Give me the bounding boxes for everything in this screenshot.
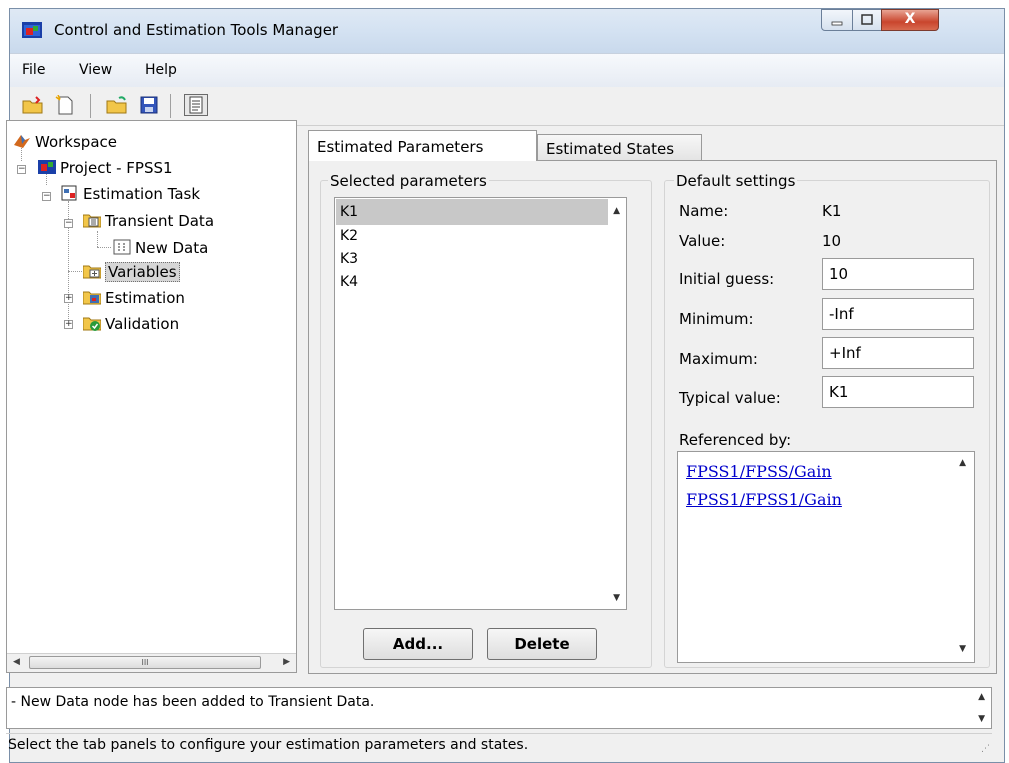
estimation-task-icon <box>61 185 77 201</box>
status-hint: Select the tab panels to configure your … <box>8 737 529 753</box>
value-label: Value: <box>679 232 726 250</box>
app-icon <box>22 22 42 38</box>
scroll-left-icon[interactable]: ◀ <box>13 657 20 667</box>
menu-file[interactable]: File <box>22 62 45 78</box>
scroll-down-icon[interactable]: ▼ <box>959 644 966 654</box>
initial-guess-label: Initial guess: <box>679 270 775 288</box>
name-value: K1 <box>822 202 842 220</box>
maximize-icon <box>861 14 873 25</box>
scroll-down-icon[interactable]: ▼ <box>978 714 985 724</box>
tree-node-label: New Data <box>135 239 209 257</box>
menu-bar: File View Help <box>10 53 1004 88</box>
list-item[interactable]: K4 <box>336 271 608 293</box>
scrollbar-thumb[interactable]: III <box>29 656 261 669</box>
validation-folder-icon <box>83 317 101 331</box>
status-message: - New Data node has been added to Transi… <box>11 694 375 710</box>
tree-node-label: Project - FPSS1 <box>60 159 173 177</box>
project-icon <box>38 160 56 174</box>
window-title: Control and Estimation Tools Manager <box>54 21 339 39</box>
tree-node-estimation[interactable]: Estimation <box>83 289 185 307</box>
project-tree[interactable]: − − − + + Workspace Project - FPSS1 Esti… <box>6 120 297 673</box>
maximum-label: Maximum: <box>679 350 758 368</box>
tree-node-label: Estimation Task <box>83 185 201 203</box>
tree-node-estimation-task[interactable]: Estimation Task <box>61 185 200 203</box>
typical-value-label: Typical value: <box>679 389 781 407</box>
scroll-down-icon[interactable]: ▼ <box>613 593 620 603</box>
minimum-field[interactable]: -Inf <box>822 298 974 330</box>
list-item[interactable]: K2 <box>336 225 608 247</box>
tree-node-workspace[interactable]: Workspace <box>13 133 117 151</box>
parameters-list[interactable]: K1 K2 K3 K4 ▲ ▼ <box>334 197 627 610</box>
tree-line <box>97 231 98 247</box>
toolbar-separator <box>170 94 171 118</box>
data-folder-icon <box>83 214 101 228</box>
name-label: Name: <box>679 202 729 220</box>
resize-grip-icon[interactable]: ⋰ <box>981 744 990 754</box>
open-folder-icon[interactable] <box>106 95 128 115</box>
tab-estimated-parameters[interactable]: Estimated Parameters <box>308 130 537 161</box>
tab-estimated-states[interactable]: Estimated States <box>537 134 702 160</box>
value-value: 10 <box>822 232 842 250</box>
maximize-button[interactable] <box>852 9 882 31</box>
reference-link[interactable]: FPSS1/FPSS/Gain <box>686 462 832 481</box>
tree-node-project[interactable]: Project - FPSS1 <box>38 159 173 177</box>
typical-value-field[interactable]: K1 <box>822 376 974 408</box>
close-button[interactable]: X <box>881 9 939 31</box>
add-button[interactable]: Add... <box>363 628 473 660</box>
scroll-up-icon[interactable]: ▲ <box>959 458 966 468</box>
minimize-icon <box>831 21 843 26</box>
tree-node-label: Transient Data <box>105 212 215 230</box>
tree-node-validation[interactable]: Validation <box>83 315 179 333</box>
tree-node-transient-data[interactable]: Transient Data <box>83 212 214 230</box>
minimum-label: Minimum: <box>679 310 754 328</box>
initial-guess-field[interactable]: 10 <box>822 258 974 290</box>
list-item[interactable]: K3 <box>336 248 608 270</box>
save-icon[interactable] <box>138 95 160 115</box>
default-settings-label: Default settings <box>674 172 798 190</box>
scroll-right-icon[interactable]: ▶ <box>283 657 290 667</box>
referenced-by-list[interactable]: FPSS1/FPSS/Gain FPSS1/FPSS1/Gain ▲ ▼ <box>677 451 975 663</box>
message-area: - New Data node has been added to Transi… <box>6 687 992 729</box>
matlab-icon <box>14 135 30 148</box>
tree-node-label: Variables <box>105 262 180 282</box>
collapse-toggle[interactable]: − <box>42 192 51 201</box>
collapse-toggle[interactable]: − <box>64 219 73 228</box>
tree-node-new-data[interactable]: New Data <box>113 239 208 257</box>
close-icon: X <box>904 11 916 27</box>
tree-line <box>97 247 111 248</box>
list-item[interactable]: K1 <box>336 199 608 225</box>
scroll-up-icon[interactable]: ▲ <box>613 206 620 216</box>
toolbar-separator <box>90 94 91 118</box>
expand-toggle[interactable]: + <box>64 320 73 329</box>
properties-icon[interactable] <box>184 94 208 116</box>
variables-folder-icon <box>83 265 101 279</box>
title-bar[interactable]: Control and Estimation Tools Manager X <box>10 9 1004 53</box>
minimize-button[interactable] <box>821 9 853 31</box>
selected-parameters-label: Selected parameters <box>328 172 489 190</box>
collapse-toggle[interactable]: − <box>17 165 26 174</box>
open-project-icon[interactable] <box>22 95 44 115</box>
new-icon[interactable] <box>54 95 76 115</box>
delete-button[interactable]: Delete <box>487 628 597 660</box>
referenced-by-label: Referenced by: <box>679 431 792 449</box>
data-table-icon <box>113 239 131 255</box>
estimation-folder-icon <box>83 291 101 305</box>
tree-node-variables[interactable]: Variables <box>83 262 180 282</box>
menu-view[interactable]: View <box>79 62 112 78</box>
tree-node-label: Validation <box>105 315 180 333</box>
menu-help[interactable]: Help <box>145 62 177 78</box>
scroll-up-icon[interactable]: ▲ <box>978 692 985 702</box>
tree-node-label: Estimation <box>105 289 185 307</box>
reference-link[interactable]: FPSS1/FPSS1/Gain <box>686 490 842 509</box>
status-bar: Select the tab panels to configure your … <box>6 733 992 756</box>
expand-toggle[interactable]: + <box>64 294 73 303</box>
maximum-field[interactable]: +Inf <box>822 337 974 369</box>
tree-node-label: Workspace <box>35 133 117 151</box>
tree-horizontal-scrollbar[interactable]: ◀ III ▶ <box>7 653 296 672</box>
